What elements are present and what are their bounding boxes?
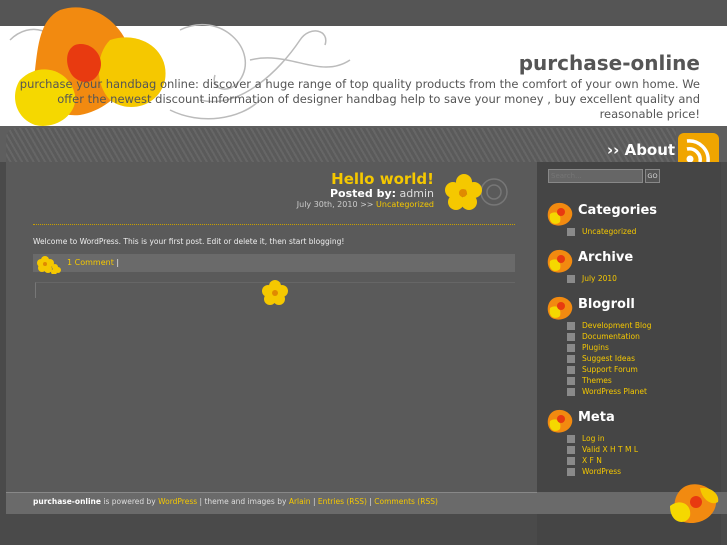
meta-flower-icon — [547, 409, 573, 433]
category-item[interactable]: Uncategorized — [567, 227, 636, 236]
footer-powered: is powered by — [103, 497, 156, 506]
blogroll-item[interactable]: WordPress Planet — [567, 387, 647, 396]
post-body: Welcome to WordPress. This is your first… — [33, 237, 345, 246]
meta-item[interactable]: Valid X H T M L — [567, 445, 638, 454]
footer-entries-rss-link[interactable]: Entries (RSS) — [318, 497, 367, 506]
blogroll-title: Blogroll — [578, 297, 635, 312]
posted-by: Posted by: admin — [330, 187, 434, 200]
divider-flower-icon — [262, 280, 288, 305]
categories-title: Categories — [578, 203, 658, 218]
site-title[interactable]: purchase-online — [519, 51, 700, 75]
post-date: July 30th, 2010 >> — [296, 200, 374, 209]
footer-author-link[interactable]: Arlain — [289, 497, 311, 506]
meta-item[interactable]: Log in — [567, 434, 605, 443]
search-button[interactable]: GO — [645, 169, 660, 183]
comments-link-wrap: 1 Comment | — [67, 258, 119, 267]
post-title[interactable]: Hello world! — [331, 170, 434, 188]
archive-title: Archive — [578, 250, 634, 265]
meta-title: Meta — [578, 410, 615, 425]
site-description: purchase your handbag online: discover a… — [19, 77, 700, 121]
archive-flower-icon — [547, 249, 573, 273]
post-category-link[interactable]: Uncategorized — [376, 200, 434, 209]
post-divider — [33, 224, 515, 225]
categories-flower-icon — [547, 202, 573, 226]
posted-by-label: Posted by: — [329, 187, 397, 200]
meta-item[interactable]: X F N — [567, 456, 602, 465]
footer-theme-text: | theme and images by — [199, 497, 287, 506]
blogroll-item[interactable]: Documentation — [567, 332, 640, 341]
post-meta: July 30th, 2010 >> Uncategorized — [297, 200, 434, 209]
blogroll-flower-icon — [547, 296, 573, 320]
corner-flower-icon — [670, 484, 719, 524]
post-author: admin — [399, 187, 434, 200]
nav-about-link[interactable]: ›› About — [607, 141, 675, 159]
comments-link[interactable]: 1 Comment — [67, 258, 114, 267]
footer-site-name: purchase-online — [33, 497, 101, 506]
footer-sep-1: | — [312, 497, 316, 506]
footer-comments-rss-link[interactable]: Comments (RSS) — [374, 497, 438, 506]
blogroll-item[interactable]: Suggest Ideas — [567, 354, 635, 363]
blogroll-item[interactable]: Themes — [567, 376, 612, 385]
footer-text: purchase-online is powered by WordPress … — [33, 497, 438, 506]
blogroll-item[interactable]: Plugins — [567, 343, 609, 352]
search-input[interactable] — [548, 169, 643, 183]
footer-sep-2: | — [369, 497, 372, 506]
comment-flower-icon — [37, 256, 61, 274]
meta-item[interactable]: WordPress — [567, 467, 621, 476]
footer-wordpress-link[interactable]: WordPress — [158, 497, 197, 506]
comment-separator: | — [116, 258, 120, 267]
archive-item[interactable]: July 2010 — [567, 274, 617, 283]
blogroll-item[interactable]: Development Blog — [567, 321, 651, 330]
nav-hatch — [6, 128, 676, 162]
post-flower-icon — [445, 174, 508, 210]
blogroll-item[interactable]: Support Forum — [567, 365, 638, 374]
